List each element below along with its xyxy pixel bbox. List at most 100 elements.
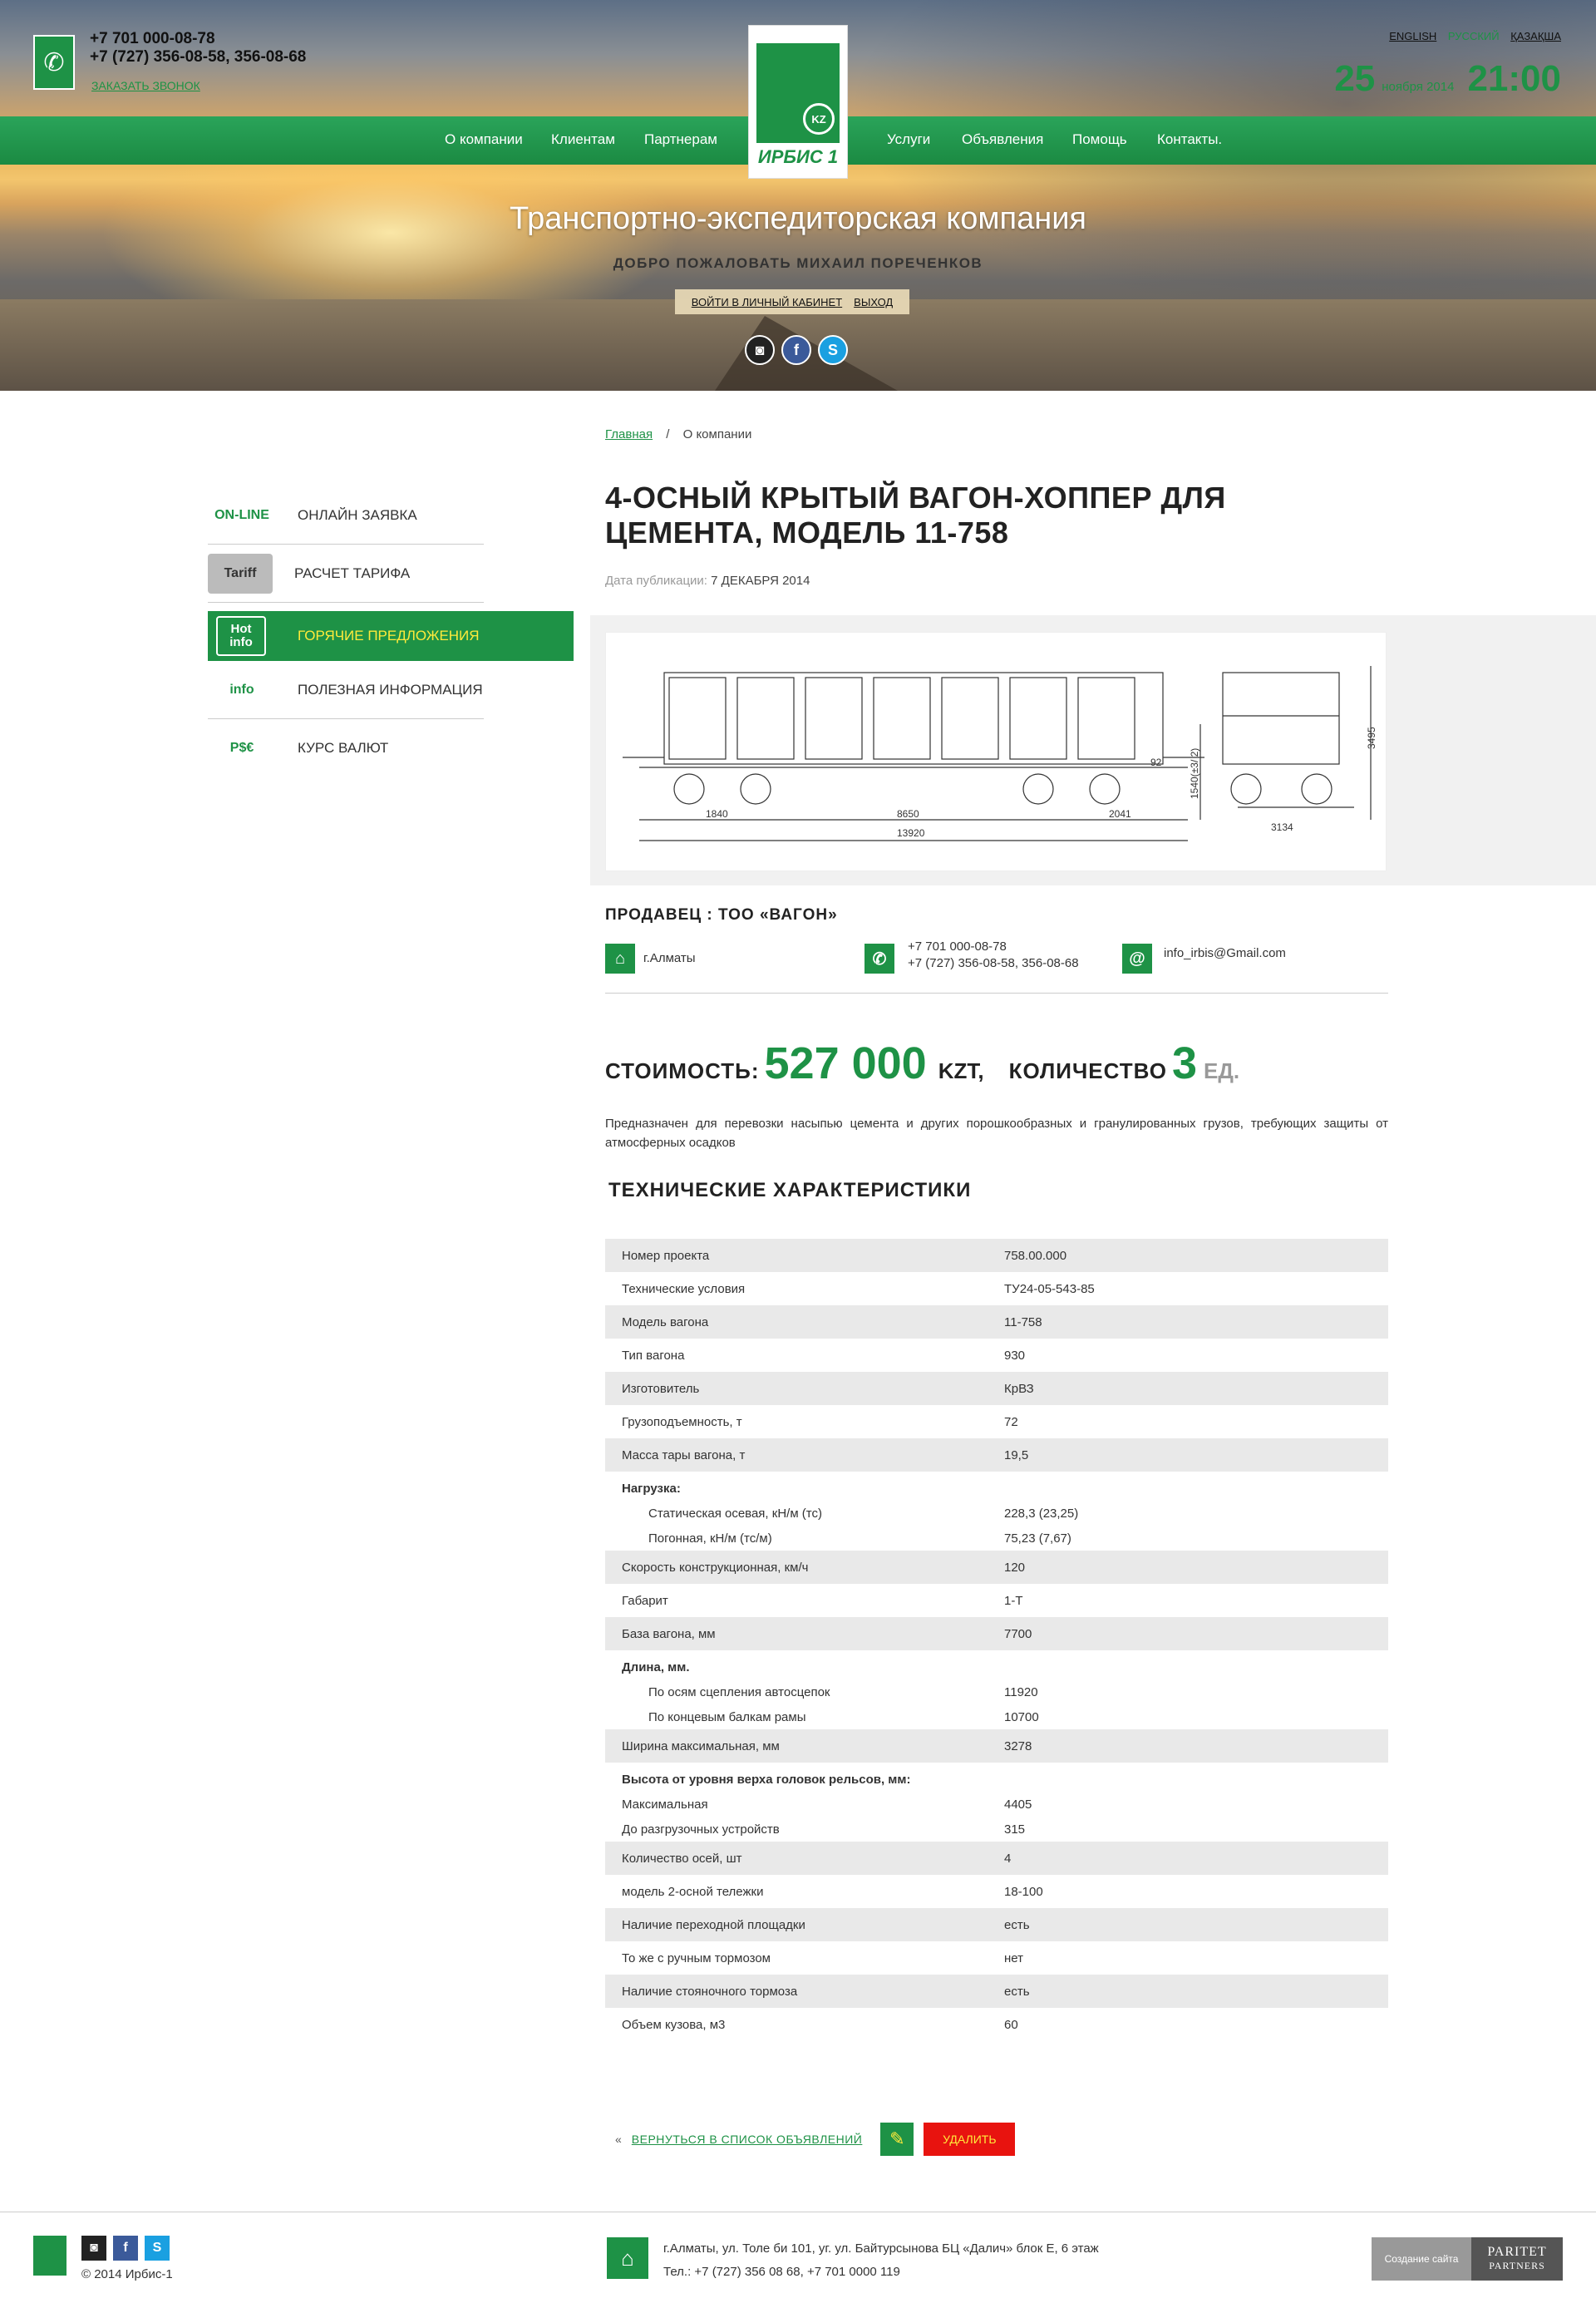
sidebar-item-useful-info[interactable]: info ПОЛЕЗНАЯ ИНФОРМАЦИЯ	[208, 661, 484, 719]
currency-icon: P$€	[229, 741, 254, 755]
skype-icon[interactable]: S	[818, 335, 848, 365]
sidebar-item-label: ГОРЯЧИЕ ПРЕДЛОЖЕНИЯ	[298, 628, 480, 644]
product-image-area: 1840 8650 13920 2041 3495 1540(±3/ 2) 31…	[590, 615, 1596, 885]
nav-partners[interactable]: Партнерам	[644, 131, 717, 148]
header-phones: +7 701 000-08-78 +7 (727) 356-08-58, 356…	[90, 30, 306, 67]
lang-kazakh[interactable]: ҚАЗАҚША	[1510, 30, 1561, 42]
skype-icon[interactable]: S	[145, 2236, 170, 2261]
table-row: Ширина максимальная, мм 3278	[605, 1729, 1388, 1763]
logout-link[interactable]: ВЫХОД	[854, 296, 893, 308]
sidebar-item-currency[interactable]: P$€ КУРС ВАЛЮТ	[208, 719, 484, 777]
spec-key: То же с ручным тормозом	[622, 1950, 771, 1965]
sidebar-menu: ON-LINE ОНЛАЙН ЗАЯВКА Tariff РАСЧЕТ ТАРИ…	[208, 486, 574, 777]
spec-value: КрВЗ	[1004, 1381, 1034, 1396]
developer-credit[interactable]: Создание сайта PARITET PARTNERS	[1372, 2237, 1563, 2281]
seller-phones: +7 701 000-08-78 +7 (727) 356-08-58, 356…	[908, 939, 1079, 972]
spec-key: Статическая осевая, кН/м (тс)	[648, 1506, 822, 1521]
footer-phones-line: Тел.: +7 (727) 356 08 68, +7 701 0000 11…	[663, 2265, 900, 2279]
spec-value: есть	[1004, 1984, 1030, 1999]
nav-help[interactable]: Помощь	[1072, 131, 1127, 148]
breadcrumb-home[interactable]: Главная	[605, 427, 653, 441]
social-links: ◙ f S	[745, 335, 848, 365]
seller-phone-2: +7 (727) 356-08-58, 356-08-68	[908, 956, 1079, 970]
sidebar-item-label: КУРС ВАЛЮТ	[298, 740, 389, 756]
drawing-dim-label: 1840	[706, 808, 728, 820]
nav-services[interactable]: Услуги	[887, 131, 930, 148]
nav-about[interactable]: О компании	[445, 131, 523, 148]
back-to-list-link[interactable]: ВЕРНУТЬСЯ В СПИСОК ОБЪЯВЛЕНИЙ	[632, 2133, 863, 2146]
table-row: Объем кузова, м3 60	[605, 2008, 1388, 2041]
seller-email[interactable]: info_irbis@Gmail.com	[1164, 945, 1286, 962]
spec-key: Технические условия	[622, 1281, 746, 1296]
spec-key: Объем кузова, м3	[622, 2017, 726, 2032]
edit-icon[interactable]: ✎	[880, 2123, 914, 2156]
facebook-icon[interactable]: f	[781, 335, 811, 365]
spec-value: ТУ24-05-543-85	[1004, 1281, 1095, 1296]
product-description: Предназначен для перевозки насыпью цемен…	[605, 1117, 1388, 1150]
table-row: Скорость конструкционная, км/ч 120	[605, 1551, 1388, 1584]
spec-value: 1-Т	[1004, 1593, 1023, 1608]
footer-address-line: г.Алматы, ул. Толе би 101, уг. ул. Байту…	[663, 2241, 1099, 2256]
delete-button[interactable]: УДАЛИТЬ	[924, 2123, 1016, 2156]
facebook-icon[interactable]: f	[113, 2236, 138, 2261]
nav-contacts[interactable]: Контакты.	[1157, 131, 1222, 148]
spec-key: Тип вагона	[622, 1348, 685, 1363]
nav-ads[interactable]: Объявления	[962, 131, 1043, 148]
spec-value: 758.00.000	[1004, 1248, 1067, 1263]
sidebar-item-label: РАСЧЕТ ТАРИФА	[294, 565, 411, 581]
drawing-dim-label: 13920	[897, 827, 925, 839]
table-row: модель 2-осной тележки 18-100	[605, 1875, 1388, 1908]
header-phone-1: +7 701 000-08-78	[90, 30, 215, 47]
pubdate-value: 7 ДЕКАБРЯ 2014	[711, 574, 810, 588]
lang-russian[interactable]: РУССКИЙ	[1448, 30, 1500, 42]
quantity-value: 3	[1171, 1038, 1198, 1088]
header-phone-2: +7 (727) 356-08-58, 356-08-68	[90, 48, 307, 66]
spec-key: Количество осей, шт	[622, 1851, 742, 1866]
lang-english[interactable]: ENGLISH	[1389, 30, 1436, 42]
sidebar-item-tariff[interactable]: Tariff РАСЧЕТ ТАРИФА	[208, 545, 484, 603]
footer-address: г.Алматы, ул. Толе би 101, уг. ул. Байту…	[663, 2237, 1099, 2284]
drawing-dim-label: 92	[1150, 757, 1162, 768]
spec-key: Максимальная	[622, 1797, 708, 1812]
price-value: 527 000	[764, 1038, 927, 1088]
price-row: СТОИМОСТЬ: 527 000 KZT, КОЛИЧЕСТВО 3 ЕД.	[605, 1038, 1239, 1089]
spec-key: До разгрузочных устройств	[622, 1822, 780, 1837]
umbrella-info-icon: info	[229, 682, 254, 697]
spec-key: Модель вагона	[622, 1314, 709, 1329]
login-cabinet-link[interactable]: ВОЙТИ В ЛИЧНЫЙ КАБИНЕТ	[692, 296, 842, 308]
spec-value: 228,3 (23,25)	[1004, 1506, 1079, 1521]
spec-value: 11-758	[1004, 1314, 1042, 1329]
spec-key: модель 2-осной тележки	[622, 1884, 764, 1899]
logo-text: ИРБИС 1	[757, 146, 839, 167]
callback-link[interactable]: ЗАКАЗАТЬ ЗВОНОК	[91, 79, 200, 92]
sidebar-item-online-request[interactable]: ON-LINE ОНЛАЙН ЗАЯВКА	[208, 486, 484, 545]
spec-group-heading: Длина, мм.	[622, 1660, 690, 1674]
nav-clients[interactable]: Клиентам	[551, 131, 615, 148]
sidebar-item-hot-offers[interactable]: Hot info ГОРЯЧИЕ ПРЕДЛОЖЕНИЯ	[208, 611, 574, 661]
spec-key: Габарит	[622, 1593, 668, 1608]
language-switcher: ENGLISH РУССКИЙ ҚАЗАҚША	[1381, 30, 1561, 42]
phone-icon: ✆	[33, 35, 75, 90]
footer-logo-icon[interactable]	[33, 2236, 66, 2276]
phone-icon: ✆	[864, 944, 894, 974]
spec-value: 120	[1004, 1560, 1026, 1575]
table-row: Технические условия ТУ24-05-543-85	[605, 1272, 1388, 1305]
table-row: Наличие стояночного тормоза есть	[605, 1975, 1388, 2008]
quantity-unit: ЕД.	[1204, 1058, 1240, 1083]
spec-value: 60	[1004, 2017, 1018, 2032]
instagram-icon[interactable]: ◙	[745, 335, 775, 365]
table-row: Погонная, кН/м (тс/м) 75,23 (7,67)	[605, 1526, 1388, 1551]
spec-value: есть	[1004, 1917, 1030, 1932]
spec-key: По концевым балкам рамы	[648, 1709, 806, 1724]
instagram-icon[interactable]: ◙	[81, 2236, 106, 2261]
spec-value: 4405	[1004, 1797, 1032, 1812]
tariff-calculator-icon: Tariff	[208, 553, 273, 594]
table-row: Изготовитель КрВЗ	[605, 1372, 1388, 1405]
spec-key: Изготовитель	[622, 1381, 700, 1396]
site-logo[interactable]: ИРБИС 1	[748, 25, 848, 179]
date-time: 25 ноября 2014 21:00	[1334, 58, 1561, 100]
drawing-dim-label: 8650	[897, 808, 919, 820]
table-row: Статическая осевая, кН/м (тс) 228,3 (23,2…	[605, 1501, 1388, 1526]
spec-value: 315	[1004, 1822, 1026, 1837]
spec-value: 18-100	[1004, 1884, 1043, 1899]
